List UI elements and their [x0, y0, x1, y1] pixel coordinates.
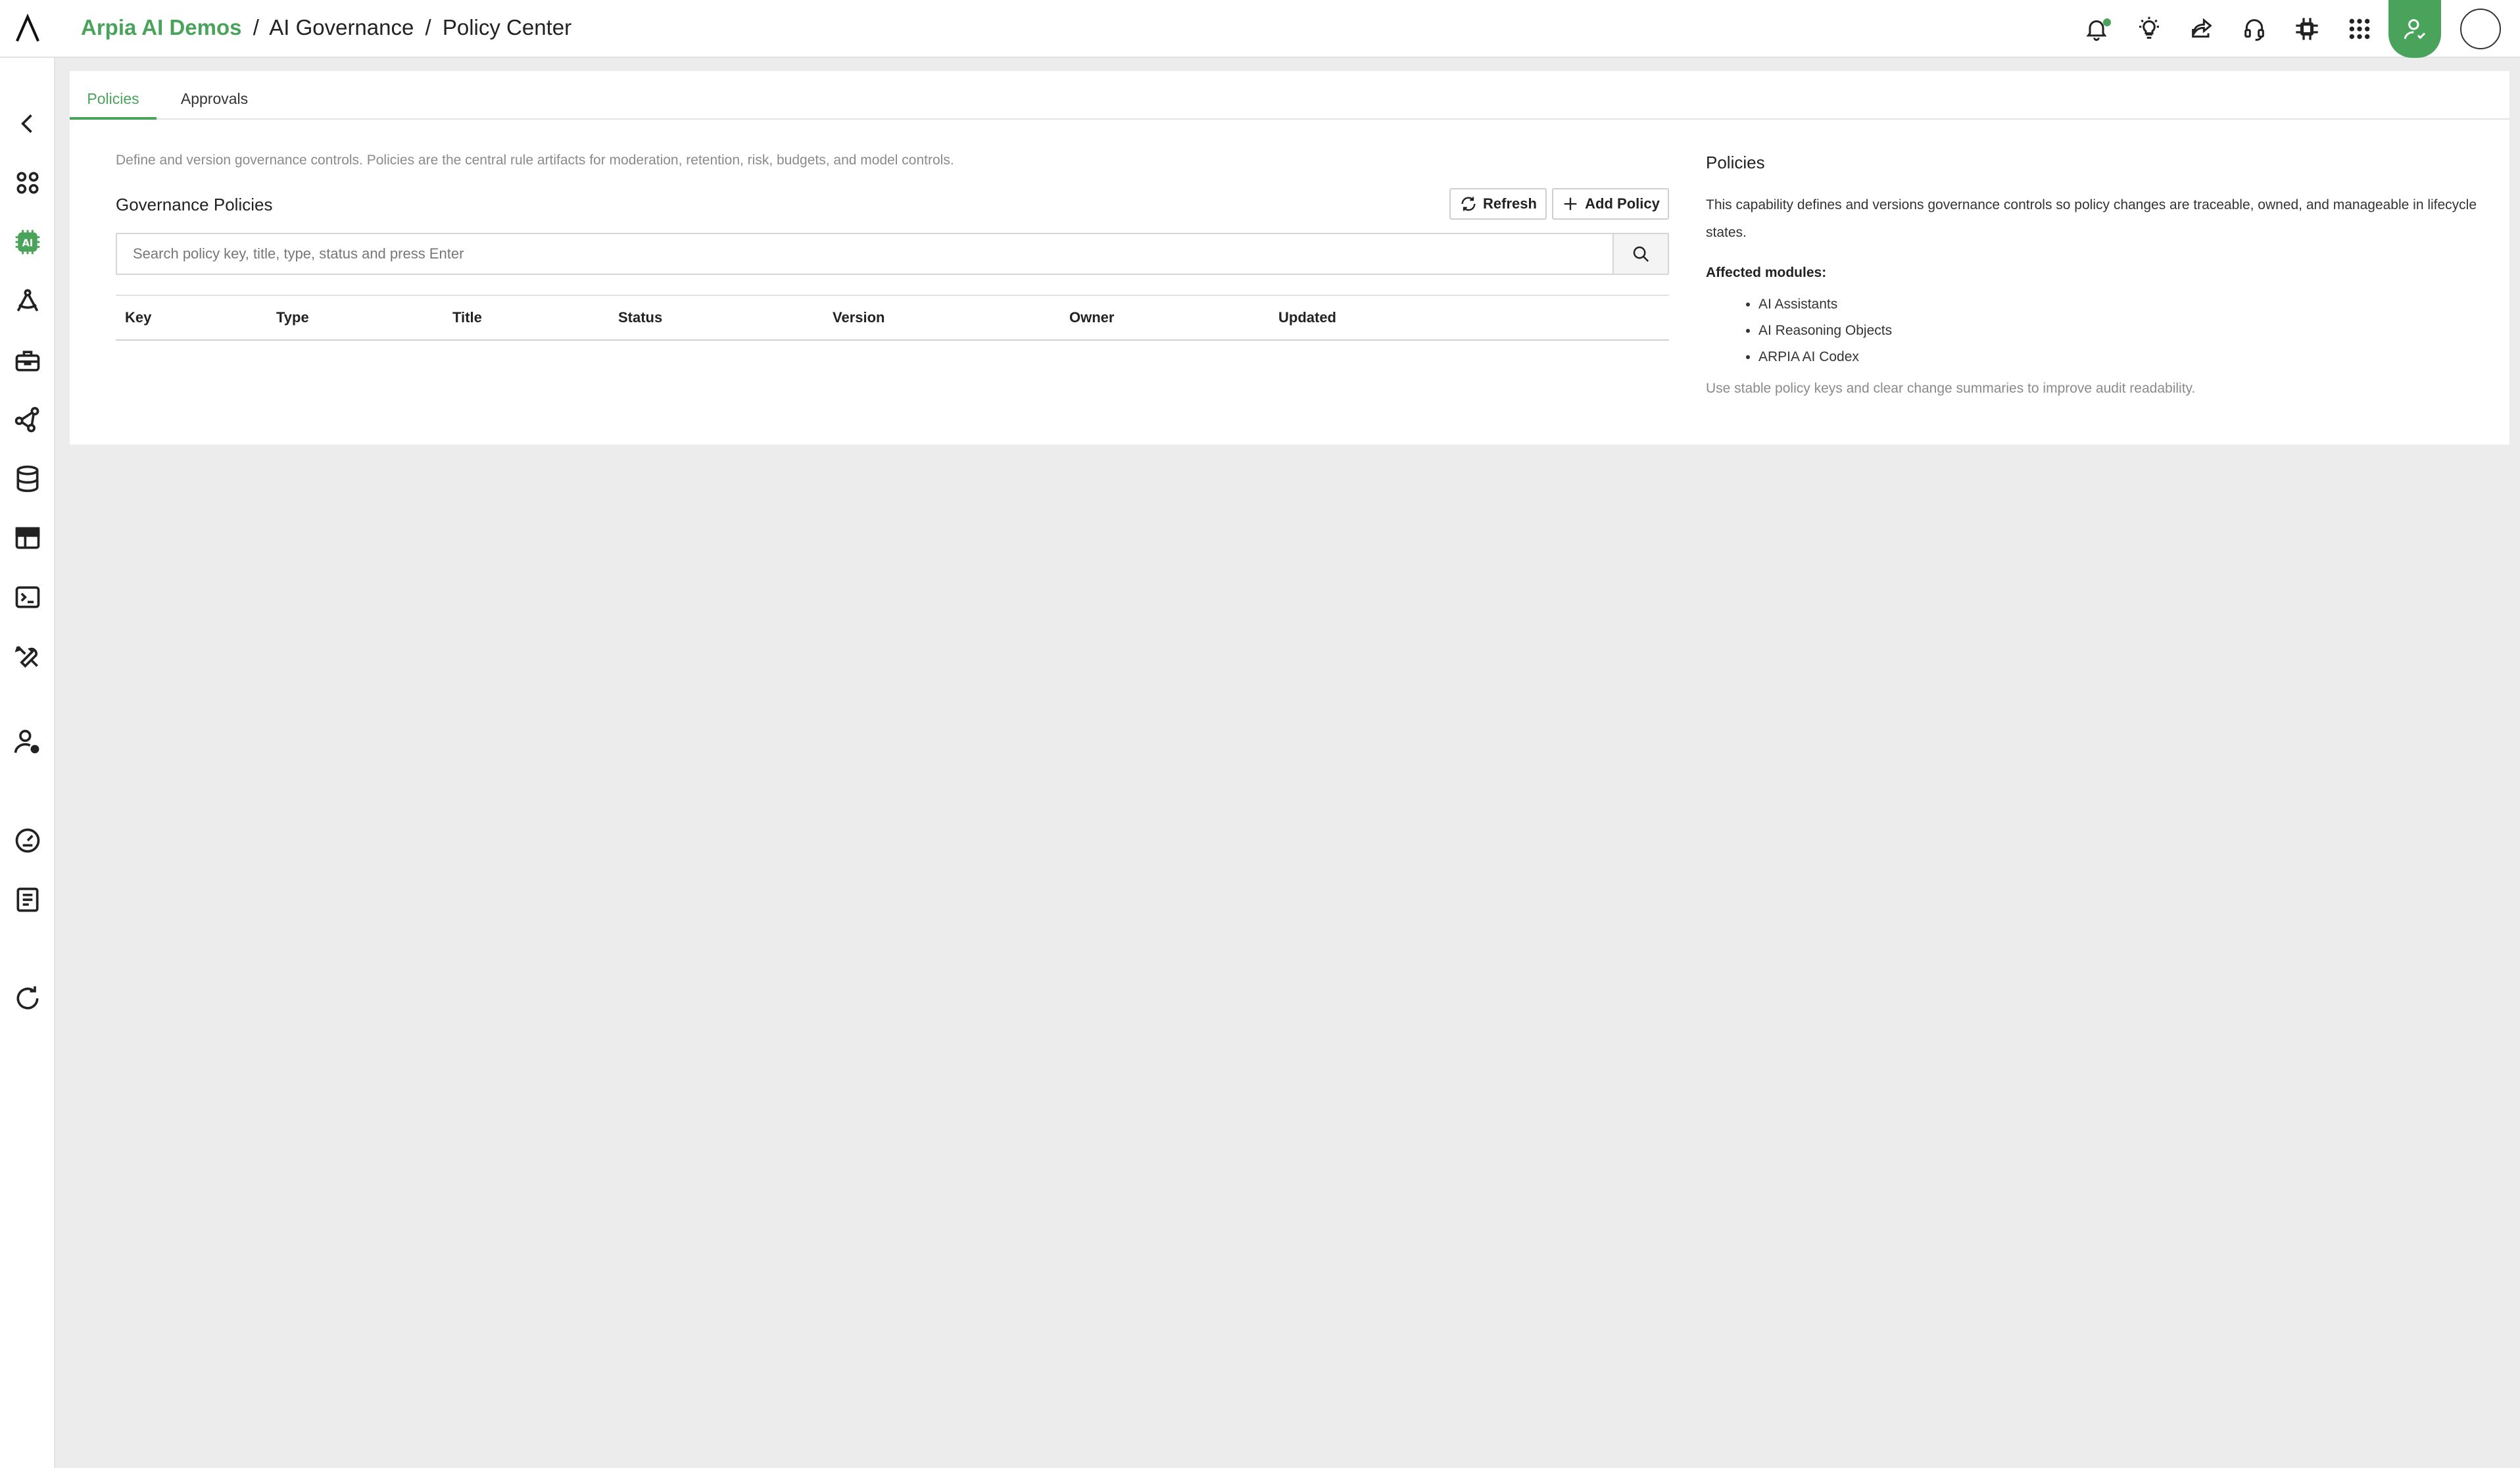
column-header-type[interactable]: Type — [276, 296, 309, 339]
lightbulb-icon[interactable] — [2123, 0, 2175, 58]
column-header-title[interactable]: Title — [452, 296, 482, 339]
top-header: Arpia AI Demos / AI Governance / Policy … — [0, 0, 2520, 58]
column-header-key[interactable]: Key — [125, 296, 151, 339]
breadcrumb-section[interactable]: AI Governance — [269, 15, 414, 39]
tools-icon[interactable] — [9, 638, 46, 675]
modules-icon[interactable] — [9, 164, 46, 201]
database-icon[interactable] — [9, 460, 46, 497]
breadcrumb-page: Policy Center — [442, 15, 572, 39]
search-button[interactable] — [1612, 234, 1668, 274]
chip-icon[interactable] — [2281, 0, 2333, 58]
list-item: AI Reasoning Objects — [1758, 318, 2482, 344]
search-icon — [1633, 246, 1649, 262]
refresh-label: Refresh — [1483, 195, 1537, 212]
search-input[interactable] — [117, 234, 1612, 274]
column-header-owner[interactable]: Owner — [1069, 296, 1114, 339]
info-panel: Policies This capability defines and ver… — [1706, 153, 2482, 397]
info-footer: Use stable policy keys and clear change … — [1706, 381, 2196, 396]
info-title: Policies — [1706, 153, 1765, 172]
chevron-left-icon[interactable] — [9, 105, 46, 142]
ai-icon[interactable]: AI — [9, 224, 46, 260]
plus-icon — [1564, 197, 1577, 210]
policies-table-header: Key Type Title Status Version Owner Upda… — [116, 295, 1669, 341]
drafting-compass-icon[interactable] — [9, 283, 46, 320]
affected-modules-label: Affected modules: — [1706, 265, 1827, 280]
gauge-icon[interactable] — [9, 822, 46, 859]
refresh-icon[interactable] — [9, 980, 46, 1017]
info-text: This capability defines and versions gov… — [1706, 197, 2477, 240]
book-icon[interactable] — [9, 881, 46, 918]
notification-dot — [2103, 18, 2111, 26]
avatar-container — [2441, 0, 2520, 58]
tab-approvals[interactable]: Approvals — [168, 71, 260, 120]
breadcrumb-separator: / — [253, 15, 259, 39]
add-policy-label: Add Policy — [1585, 195, 1660, 212]
column-header-version[interactable]: Version — [833, 296, 884, 339]
refresh-button[interactable]: Refresh — [1449, 188, 1547, 220]
tab-policies[interactable]: Policies — [70, 71, 157, 120]
breadcrumb-separator: / — [425, 15, 431, 39]
user-settings-icon[interactable] — [9, 723, 46, 760]
column-header-updated[interactable]: Updated — [1278, 296, 1336, 339]
apps-grid-icon[interactable] — [2333, 0, 2386, 58]
bell-icon[interactable] — [2070, 0, 2123, 58]
header-actions — [2070, 0, 2520, 58]
share-icon[interactable] — [2175, 0, 2228, 58]
affected-modules-list: AI Assistants AI Reasoning Objects ARPIA… — [1706, 291, 2482, 370]
search-bar — [116, 233, 1669, 275]
sidebar: AI — [0, 58, 55, 1468]
list-item: ARPIA AI Codex — [1758, 344, 2482, 370]
refresh-icon — [1461, 197, 1476, 211]
breadcrumb: Arpia AI Demos / AI Governance / Policy … — [81, 13, 571, 42]
user-admin-icon[interactable] — [2388, 0, 2441, 58]
avatar[interactable] — [2460, 9, 2501, 49]
policy-center-panel: Policies Approvals Define and version go… — [70, 71, 2509, 445]
terminal-icon[interactable] — [9, 579, 46, 616]
table-icon[interactable] — [9, 520, 46, 556]
toolbox-icon[interactable] — [9, 342, 46, 379]
lambda-logo-icon[interactable] — [9, 11, 46, 47]
tab-bar: Policies Approvals — [70, 71, 2509, 120]
svg-text:AI: AI — [22, 237, 34, 249]
nodes-icon[interactable] — [9, 401, 46, 438]
headset-icon[interactable] — [2228, 0, 2281, 58]
add-policy-button[interactable]: Add Policy — [1552, 188, 1669, 220]
list-item: AI Assistants — [1758, 291, 2482, 318]
section-title: Governance Policies — [116, 195, 273, 214]
column-header-status[interactable]: Status — [618, 296, 662, 339]
page-description: Define and version governance controls. … — [116, 153, 954, 168]
breadcrumb-org[interactable]: Arpia AI Demos — [81, 15, 242, 39]
